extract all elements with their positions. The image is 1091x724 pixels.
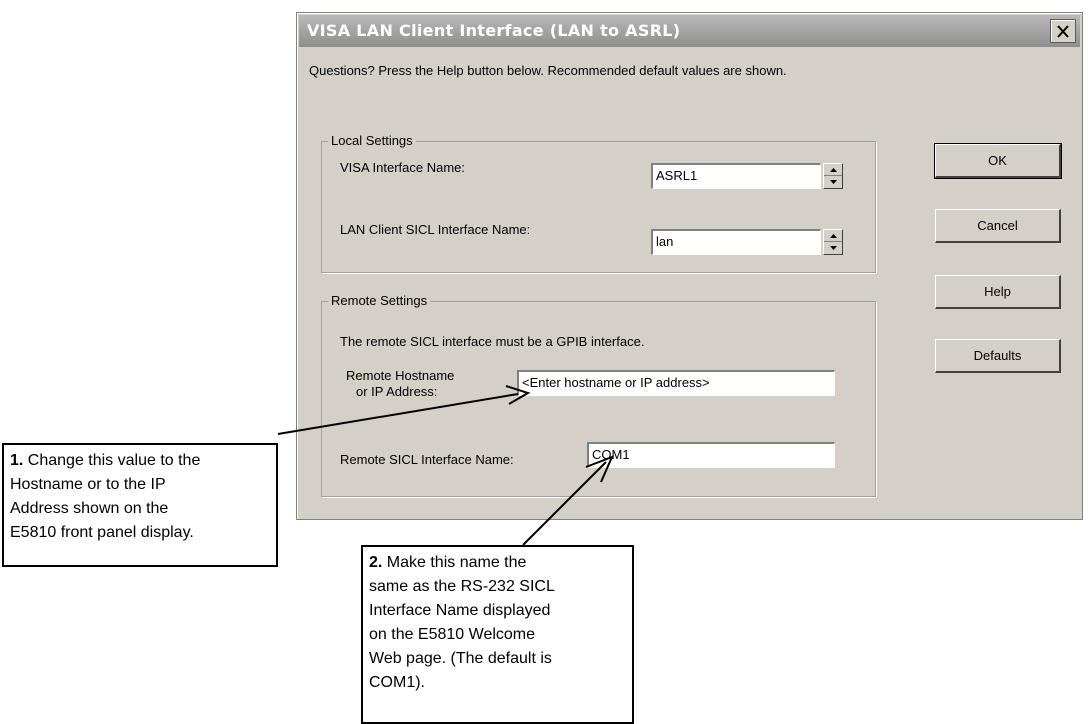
local-settings-legend: Local Settings bbox=[328, 133, 416, 148]
callout-two-line5: Web page. (The default is bbox=[369, 650, 552, 667]
close-button[interactable] bbox=[1050, 19, 1076, 43]
spin-down-arrow-icon[interactable] bbox=[824, 242, 842, 254]
callout-two-text1: Make this name the bbox=[382, 554, 527, 571]
callout-two-line6: COM1). bbox=[369, 674, 425, 691]
callout-one-number: 1. bbox=[10, 452, 24, 469]
callout-two-line1: 2. Make this name the bbox=[369, 551, 626, 575]
callout-two-number: 2. bbox=[369, 554, 383, 571]
remote-sicl-name-label: Remote SICL Interface Name: bbox=[340, 452, 514, 467]
callout-two-line4: on the E5810 Welcome bbox=[369, 626, 536, 643]
close-icon bbox=[1057, 24, 1069, 38]
callout-two-line2: same as the RS-232 SICL bbox=[369, 578, 555, 595]
callout-one-line3: Address shown on the bbox=[10, 500, 169, 517]
title-bar: VISA LAN Client Interface (LAN to ASRL) bbox=[299, 15, 1080, 47]
help-button[interactable]: Help bbox=[935, 275, 1061, 309]
instructions-text: Questions? Press the Help button below. … bbox=[309, 63, 787, 78]
remote-hostname-field[interactable]: <Enter hostname or IP address> bbox=[517, 370, 835, 396]
lan-interface-name-field[interactable]: lan bbox=[651, 229, 821, 255]
visa-interface-name-label: VISA Interface Name: bbox=[340, 160, 466, 175]
visa-lan-dialog: VISA LAN Client Interface (LAN to ASRL) … bbox=[296, 12, 1083, 520]
callout-one-line2: Hostname or to the IP bbox=[10, 476, 166, 493]
remote-hostname-label-line1: Remote Hostname bbox=[346, 368, 455, 383]
visa-interface-name-field[interactable]: ASRL1 bbox=[651, 163, 821, 189]
callout-one-text1: Change this value to the bbox=[23, 452, 201, 469]
spin-down-arrow-icon[interactable] bbox=[824, 176, 842, 188]
defaults-button[interactable]: Defaults bbox=[935, 339, 1061, 373]
lan-interface-name-label: LAN Client SICL Interface Name: bbox=[340, 222, 531, 237]
ok-button[interactable]: OK bbox=[934, 143, 1062, 179]
callout-two: 2. Make this name the same as the RS-232… bbox=[361, 545, 634, 724]
remote-interface-note: The remote SICL interface must be a GPIB… bbox=[340, 334, 645, 349]
remote-hostname-label-line2: or IP Address: bbox=[356, 384, 438, 399]
callout-one: 1. Change this value to the Hostname or … bbox=[2, 443, 278, 567]
spin-up-arrow-icon[interactable] bbox=[824, 230, 842, 242]
callout-one-line1: 1. Change this value to the bbox=[10, 449, 270, 473]
callout-one-line4: E5810 front panel display. bbox=[10, 524, 194, 541]
spin-up-arrow-icon[interactable] bbox=[824, 164, 842, 176]
remote-sicl-name-field[interactable]: COM1 bbox=[587, 442, 835, 468]
remote-settings-legend: Remote Settings bbox=[328, 293, 431, 308]
lan-interface-spinner[interactable] bbox=[823, 229, 843, 255]
window-title: VISA LAN Client Interface (LAN to ASRL) bbox=[307, 21, 681, 40]
cancel-button[interactable]: Cancel bbox=[935, 209, 1061, 243]
visa-interface-spinner[interactable] bbox=[823, 163, 843, 189]
callout-two-line3: Interface Name displayed bbox=[369, 602, 551, 619]
